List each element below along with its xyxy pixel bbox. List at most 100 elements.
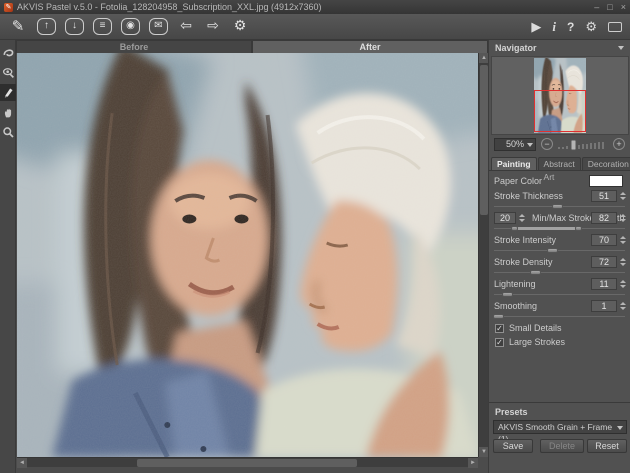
large-strokes-checkbox[interactable]: ✓ [495, 338, 504, 347]
stroke-direction-tool-icon[interactable] [0, 84, 16, 101]
paper-color-swatch[interactable] [589, 175, 623, 187]
scroll-right-icon[interactable]: ► [468, 458, 478, 468]
spin-up-icon[interactable] [620, 280, 626, 283]
undo-icon[interactable]: ⇦ [177, 18, 195, 35]
stroke-intensity-row: Stroke Intensity 70 [494, 234, 627, 246]
preset-delete-button[interactable]: Delete [540, 439, 584, 453]
run-icon[interactable]: ▶ [531, 19, 541, 35]
pastel-painting [17, 53, 478, 457]
horizontal-scrollbar[interactable]: ◄ ► [17, 457, 478, 467]
paper-color-label: Paper Color [494, 176, 542, 186]
zoom-controls: 50% − + [489, 137, 630, 153]
preset-save-button[interactable]: Save [493, 439, 533, 453]
zoom-dropdown-icon [527, 143, 533, 147]
stroke-length-min-value[interactable]: 20 [494, 212, 516, 224]
stroke-thickness-spinner[interactable] [619, 190, 627, 202]
smoothing-spinner[interactable] [619, 300, 627, 312]
lightening-slider[interactable] [494, 291, 625, 298]
help-icon[interactable]: ? [567, 20, 574, 34]
stroke-intensity-slider[interactable] [494, 247, 625, 254]
spin-down-icon[interactable] [620, 263, 626, 266]
zoom-slider[interactable] [557, 138, 607, 151]
zoom-out-button[interactable]: − [541, 138, 553, 150]
paper-color-row: Paper Color [494, 175, 627, 187]
batch-icon[interactable]: ⚙ [231, 18, 249, 35]
smoothing-value[interactable]: 1 [591, 300, 617, 312]
tab-painting[interactable]: Painting [491, 157, 537, 170]
tab-after[interactable]: After [252, 40, 488, 53]
zoom-tool-icon[interactable] [0, 124, 16, 141]
spin-down-icon[interactable] [620, 197, 626, 200]
publish-icon[interactable]: ◉ [121, 18, 140, 35]
spin-up-icon[interactable] [620, 192, 626, 195]
close-button[interactable]: × [621, 2, 626, 12]
spin-up-icon[interactable] [620, 258, 626, 261]
navigator-thumbnail[interactable] [534, 58, 586, 133]
navigator-view-rectangle[interactable] [534, 90, 586, 132]
maximize-button[interactable]: □ [607, 2, 612, 12]
lightening-value[interactable]: 11 [591, 278, 617, 290]
feedback-icon[interactable] [608, 22, 622, 32]
window-title: AKVIS Pastel v.5.0 - Fotolia_128204958_S… [17, 2, 322, 12]
preferences-icon[interactable]: ⚙ [585, 19, 597, 35]
spin-up-icon[interactable] [620, 302, 626, 305]
stroke-length-min-spinner[interactable] [518, 212, 526, 224]
small-details-checkbox[interactable]: ✓ [495, 324, 504, 333]
spin-down-icon[interactable] [620, 219, 626, 222]
stroke-thickness-value[interactable]: 51 [591, 190, 617, 202]
horizontal-scroll-thumb[interactable] [137, 459, 357, 467]
scroll-left-icon[interactable]: ◄ [17, 458, 27, 468]
info-icon[interactable]: i [552, 19, 556, 35]
vertical-scrollbar[interactable]: ▲ ▼ [478, 53, 488, 457]
navigator-collapse-icon[interactable] [618, 46, 624, 50]
redo-icon[interactable]: ⇨ [204, 18, 222, 35]
spin-up-icon[interactable] [519, 214, 525, 217]
preset-reset-button[interactable]: Reset [587, 439, 627, 453]
stroke-length-max-spinner[interactable] [619, 212, 627, 224]
stroke-intensity-spinner[interactable] [619, 234, 627, 246]
vertical-scroll-thumb[interactable] [480, 65, 488, 215]
tab-decoration[interactable]: Decoration [582, 157, 630, 170]
spin-down-icon[interactable] [620, 307, 626, 310]
title-bar: ✎ AKVIS Pastel v.5.0 - Fotolia_128204958… [0, 0, 630, 14]
minimize-button[interactable]: – [594, 2, 599, 12]
save-image-icon[interactable]: ↓ [65, 18, 84, 35]
tab-before[interactable]: Before [16, 40, 252, 53]
stroke-density-slider[interactable] [494, 269, 625, 276]
after-image-canvas[interactable] [17, 53, 478, 457]
spin-up-icon[interactable] [620, 214, 626, 217]
stroke-density-value[interactable]: 72 [591, 256, 617, 268]
stroke-thickness-row: Stroke Thickness 51 [494, 190, 627, 202]
navigator-header[interactable]: Navigator [489, 40, 630, 56]
zoom-in-button[interactable]: + [613, 138, 625, 150]
print-icon[interactable]: ≡ [93, 18, 112, 35]
stroke-length-slider[interactable] [494, 225, 625, 232]
smoothing-slider[interactable] [494, 313, 625, 320]
stroke-length-max-value[interactable]: 82 [591, 212, 617, 224]
spin-down-icon[interactable] [620, 285, 626, 288]
stroke-thickness-label: Stroke Thickness [494, 191, 563, 201]
stroke-density-spinner[interactable] [619, 256, 627, 268]
tab-abstract-art[interactable]: Abstract Art [538, 157, 581, 170]
spin-down-icon[interactable] [620, 241, 626, 244]
spin-down-icon[interactable] [519, 219, 525, 222]
open-image-icon[interactable]: ↑ [37, 18, 56, 35]
spin-up-icon[interactable] [620, 236, 626, 239]
zoom-level-select[interactable]: 50% [494, 138, 536, 151]
navigator-preview [491, 56, 629, 135]
app-logo-icon: ✎ [4, 3, 13, 12]
brush-tool-icon[interactable] [0, 44, 16, 61]
lightening-spinner[interactable] [619, 278, 627, 290]
lightening-label: Lightening [494, 279, 536, 289]
stroke-thickness-slider[interactable] [494, 203, 625, 210]
preset-select[interactable]: AKVIS Smooth Grain + Frame (1) [493, 420, 627, 434]
smoothing-label: Smoothing [494, 301, 537, 311]
main-toolbar: ✎ ↑ ↓ ≡ ◉ ✉ ⇦ ⇨ ⚙ ▶ i ? ⚙ [0, 14, 630, 40]
share-icon[interactable]: ✉ [149, 18, 168, 35]
presets-title: Presets [495, 407, 528, 417]
stroke-intensity-value[interactable]: 70 [591, 234, 617, 246]
lightening-row: Lightening 11 [494, 278, 627, 290]
zoom-level-value: 50% [506, 139, 524, 149]
smudge-tool-icon[interactable] [0, 64, 16, 81]
hand-tool-icon[interactable] [0, 104, 16, 121]
